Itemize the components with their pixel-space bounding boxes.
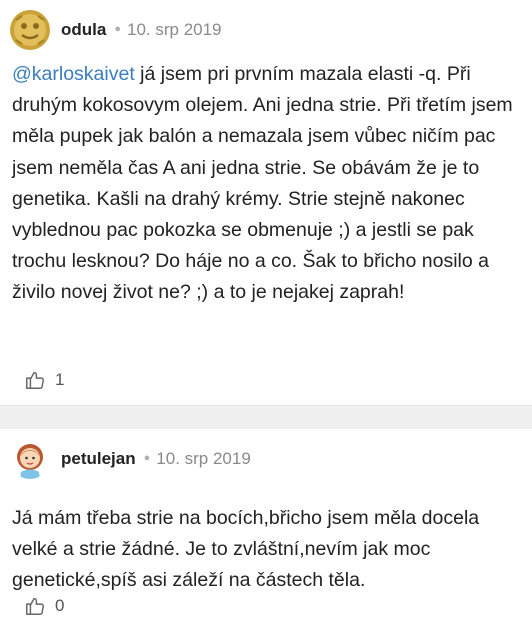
username[interactable]: petulejan	[61, 449, 136, 469]
comment-date: 10. srp 2019	[127, 20, 222, 39]
separator-dot: ●	[143, 452, 151, 464]
comment-divider	[0, 405, 532, 429]
like-count: 0	[55, 596, 65, 615]
comment-text: Já mám třeba strie na bocích,břicho jsem…	[12, 503, 522, 597]
comment-date: 10. srp 2019	[156, 449, 251, 468]
gold-emblem-avatar-icon	[10, 10, 50, 50]
comment-text: @karloskaivet já jsem pri prvním mazala …	[12, 59, 522, 309]
separator-dot: ●	[114, 23, 121, 35]
like-button[interactable]: 0	[24, 595, 64, 617]
mention-link[interactable]: @karloskaivet	[12, 63, 135, 85]
comment-body: já jsem pri prvním mazala elasti -q. Při…	[12, 63, 513, 304]
comment-card: odula ● 10. srp 2019 @karloskaivet já js…	[0, 0, 532, 405]
avatar[interactable]	[10, 10, 50, 50]
comment-body: Já mám třeba strie na bocích,břicho jsem…	[12, 507, 480, 592]
username[interactable]: odula	[61, 20, 106, 40]
thumbs-up-icon	[26, 597, 44, 615]
thumbs-up-icon	[26, 371, 44, 389]
comment-card: petulejan ● 10. srp 2019 Já mám třeba st…	[0, 429, 532, 630]
comment-header: odula ● 10. srp 2019	[10, 10, 222, 50]
girl-avatar-icon	[10, 439, 50, 479]
like-count: 1	[55, 370, 65, 389]
comment-header: petulejan ● 10. srp 2019	[10, 439, 251, 479]
avatar[interactable]	[10, 439, 50, 479]
like-button[interactable]: 1	[24, 369, 64, 391]
